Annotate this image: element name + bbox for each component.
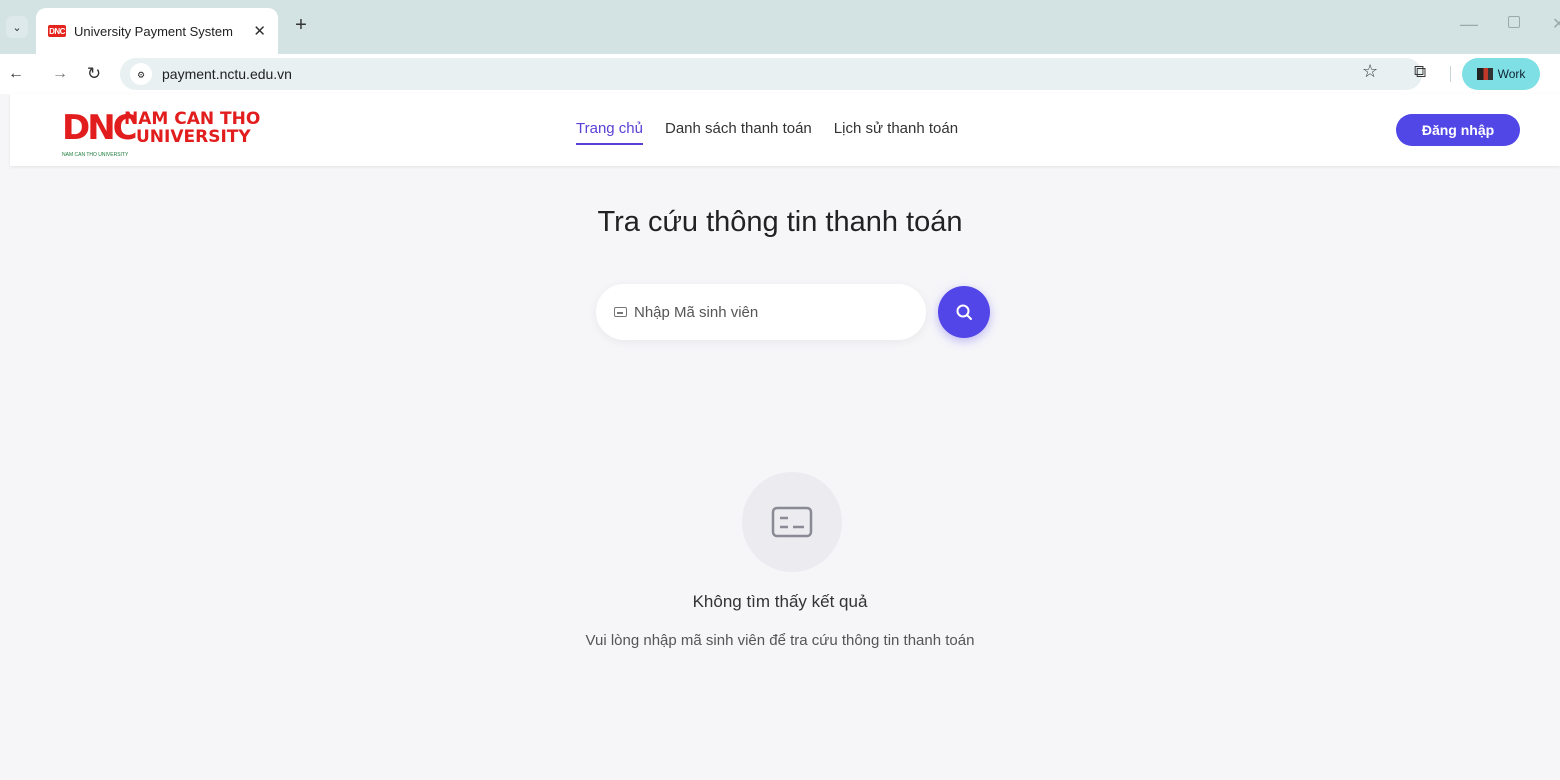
- university-logo-icon[interactable]: DNC: [62, 108, 138, 148]
- browser-tab-active[interactable]: DNC University Payment System ✕: [36, 8, 278, 54]
- logo-line-1: NAM CAN THO: [124, 109, 261, 129]
- login-button[interactable]: Đăng nhập: [1396, 114, 1520, 146]
- nav-payment-list[interactable]: Danh sách thanh toán: [665, 120, 812, 145]
- student-id-search-box[interactable]: [596, 284, 926, 340]
- profile-label: Work: [1497, 67, 1526, 81]
- window-close-icon[interactable]: ✕: [1552, 14, 1560, 34]
- window-maximize-icon[interactable]: [1508, 16, 1520, 28]
- forward-arrow-icon[interactable]: →: [48, 62, 72, 86]
- empty-state-icon-circle: [742, 472, 842, 572]
- site-favicon-icon: DNC: [48, 25, 66, 37]
- tab-close-icon[interactable]: ✕: [253, 22, 266, 40]
- nav-home[interactable]: Trang chủ: [576, 120, 643, 145]
- address-bar[interactable]: ⚙ payment.nctu.edu.vn: [120, 58, 1422, 90]
- extensions-puzzle-icon[interactable]: ⧉: [1414, 62, 1426, 82]
- browser-tab-strip: ⌄ DNC University Payment System ✕ + — ✕: [0, 0, 1560, 54]
- tab-search-chevron-icon[interactable]: ⌄: [6, 16, 28, 38]
- main-navigation: Trang chủ Danh sách thanh toán Lịch sử t…: [576, 120, 980, 145]
- site-settings-icon[interactable]: ⚙: [130, 63, 152, 85]
- logo-line-2: UNIVERSITY: [136, 127, 251, 147]
- window-minimize-icon[interactable]: —: [1460, 14, 1478, 35]
- search-button[interactable]: [938, 286, 990, 338]
- student-id-input[interactable]: [634, 303, 904, 321]
- browser-toolbar: ← → ↻ ⚙ payment.nctu.edu.vn ☆ ⧉ Work: [0, 54, 1560, 94]
- bookmark-star-icon[interactable]: ☆: [1362, 61, 1378, 82]
- id-card-icon: [614, 307, 627, 317]
- profile-avatar-icon: [1476, 68, 1493, 80]
- back-arrow-icon[interactable]: ←: [4, 62, 28, 86]
- id-card-icon: [771, 506, 813, 538]
- new-tab-plus-icon[interactable]: +: [290, 14, 312, 36]
- search-icon: [956, 304, 972, 320]
- page-title: Tra cứu thông tin thanh toán: [597, 206, 963, 238]
- url-text[interactable]: payment.nctu.edu.vn: [162, 66, 292, 82]
- empty-state-subtitle: Vui lòng nhập mã sinh viên để tra cứu th…: [585, 632, 975, 649]
- tab-title: University Payment System: [74, 23, 233, 39]
- empty-state-title: Không tìm thấy kết quả: [692, 592, 868, 611]
- profile-button[interactable]: Work: [1462, 58, 1540, 90]
- site-header: DNC NAM CAN THO UNIVERSITY NAM CAN THO U…: [10, 94, 1560, 166]
- reload-icon[interactable]: ↻: [82, 62, 106, 86]
- logo-text[interactable]: NAM CAN THO UNIVERSITY: [124, 110, 260, 146]
- nav-payment-history[interactable]: Lịch sử thanh toán: [834, 120, 958, 145]
- logo-tagline: NAM CAN THO UNIVERSITY: [62, 152, 129, 158]
- toolbar-divider: [1450, 66, 1451, 82]
